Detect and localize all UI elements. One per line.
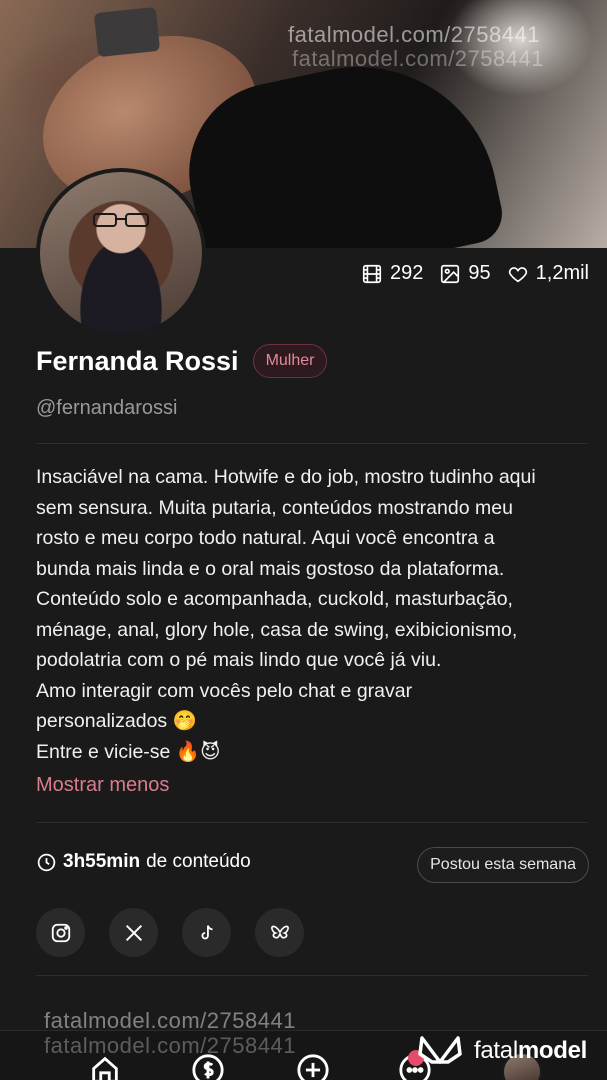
content-duration-value: 3h55min bbox=[63, 851, 141, 872]
brand-wordmark: fatalmodel bbox=[474, 1037, 587, 1065]
cover-watermark: fatalmodel.com/2758441 bbox=[288, 22, 540, 47]
bluesky-icon bbox=[270, 925, 289, 939]
content-duration-suffix: de conteúdo bbox=[146, 851, 251, 872]
divider bbox=[36, 822, 588, 823]
social-links bbox=[36, 908, 304, 957]
brand-wordmark-bold: model bbox=[517, 1037, 588, 1064]
stat-photos-count: 95 bbox=[468, 262, 491, 284]
instagram-icon bbox=[51, 923, 70, 942]
bio-line: sem sensura. Muita putaria, conteúdos mo… bbox=[36, 496, 513, 519]
clock-icon bbox=[37, 853, 56, 871]
x-icon bbox=[125, 924, 142, 941]
stat-videos[interactable]: 292 bbox=[361, 262, 423, 285]
profile-name-row: Fernanda Rossi Mulher bbox=[36, 344, 328, 378]
bluesky-link[interactable] bbox=[255, 908, 304, 957]
profile-name: Fernanda Rossi bbox=[36, 345, 239, 376]
cover-watermark-shadow: fatalmodel.com/2758441 bbox=[292, 46, 544, 71]
posted-badge: Postou esta semana bbox=[417, 847, 589, 883]
brand-logo: fatalmodel bbox=[414, 1032, 587, 1070]
bio-line: bunda mais linda e o oral mais gostoso d… bbox=[36, 557, 505, 580]
gender-badge: Mulher bbox=[252, 344, 328, 378]
brand-wordmark-light: fatal bbox=[474, 1037, 518, 1064]
bio-line: Conteúdo solo e acompanhada, cuckold, ma… bbox=[36, 588, 513, 610]
profile-handle: @fernandarossi bbox=[36, 397, 178, 419]
bio-line: podolatria com o pé mais lindo que você … bbox=[36, 649, 442, 671]
tiktok-icon bbox=[201, 924, 213, 939]
instagram-link[interactable] bbox=[36, 908, 85, 957]
avatar-glasses bbox=[93, 213, 149, 227]
profile-bio: Insaciável na cama. Hotwife e do job, mo… bbox=[36, 462, 596, 767]
bio-line: personalizados 🤭 bbox=[36, 710, 197, 732]
x-link[interactable] bbox=[109, 908, 158, 957]
tiktok-link[interactable] bbox=[182, 908, 231, 957]
divider bbox=[36, 975, 588, 976]
divider bbox=[36, 443, 588, 444]
plus-icon[interactable] bbox=[296, 1053, 330, 1080]
photo-icon bbox=[441, 264, 460, 283]
stat-photos[interactable]: 95 bbox=[439, 262, 491, 285]
bio-line: Entre e vicie-se 🔥😈 bbox=[36, 740, 221, 763]
profile-avatar[interactable] bbox=[36, 168, 206, 338]
bio-line: rosto e meu corpo todo natural. Aqui voc… bbox=[36, 527, 495, 549]
cover-photo-phone bbox=[93, 6, 161, 58]
stat-likes-count: 1,2mil bbox=[535, 262, 589, 284]
profile-stats: 292 95 1,2mil bbox=[361, 262, 589, 285]
bio-line: Amo interagir com vocês pelo chat e grav… bbox=[36, 679, 413, 702]
heart-icon bbox=[508, 266, 527, 282]
fatalmodel-logo-icon bbox=[418, 1036, 462, 1064]
stat-likes[interactable]: 1,2mil bbox=[507, 262, 589, 285]
show-less-link[interactable]: Mostrar menos bbox=[36, 774, 169, 797]
video-icon bbox=[362, 264, 382, 283]
content-duration: 3h55min de conteúdo bbox=[36, 851, 251, 873]
bio-line: Insaciável na cama. Hotwife e do job, mo… bbox=[36, 466, 536, 488]
bio-line: ménage, anal, glory hole, casa de swing,… bbox=[36, 618, 518, 641]
stat-videos-count: 292 bbox=[390, 262, 424, 284]
footer-watermark-shadow: fatalmodel.com/2758441 bbox=[44, 1033, 296, 1058]
